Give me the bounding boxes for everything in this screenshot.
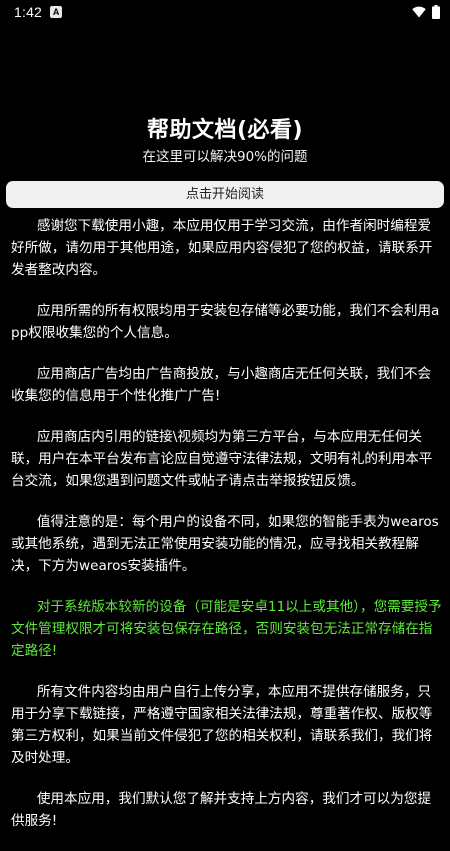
page-title: 帮助文档(必看) [146, 118, 304, 143]
status-left: 1:42 A [14, 4, 63, 20]
paragraph-permissions: 应用所需的所有权限均用于安装包存储等必要功能，我们不会利用app权限收集您的个人… [11, 303, 440, 341]
wifi-icon [412, 6, 426, 18]
status-bar: 1:42 A [0, 0, 450, 24]
paragraph-agreement: 使用本应用，我们默认您了解并支持上方内容，我们才可以为您提供服务! [11, 791, 432, 829]
help-content: 感谢您下载使用小趣，本应用仅用于学习交流，由作者闲时编程爱好所做，请勿用于其他用… [0, 212, 450, 851]
status-time: 1:42 [14, 4, 43, 20]
paragraph-ads: 应用商店广告均由广告商投放，与小趣商店无任何关联，我们不会收集您的信息用于个性化… [11, 366, 432, 404]
paragraph-file-sharing: 所有文件内容均由用户自行上传分享，本应用不提供存储服务，只用于分享下载链接，严格… [11, 684, 433, 766]
paragraph-wearos-note: 值得注意的是：每个用户的设备不同，如果您的智能手表为wearos或其他系统，遇到… [11, 514, 439, 574]
notification-app-icon: A [50, 6, 63, 18]
paragraph-intro: 感谢您下载使用小趣，本应用仅用于学习交流，由作者闲时编程爱好所做，请勿用于其他用… [11, 218, 433, 278]
page-subtitle: 在这里可以解决90%的问题 [142, 149, 308, 165]
paragraph-links: 应用商店内引用的链接\视频均为第三方平台，与本应用无任何关联，用户在本平台发布言… [11, 429, 433, 489]
paragraph-storage-permission: 对于系统版本较新的设备（可能是安卓11以上或其他），您需要授予文件管理权限才可将… [11, 599, 442, 659]
status-right [412, 5, 440, 19]
start-reading-button[interactable]: 点击开始阅读 [6, 181, 444, 208]
battery-icon [432, 5, 440, 19]
